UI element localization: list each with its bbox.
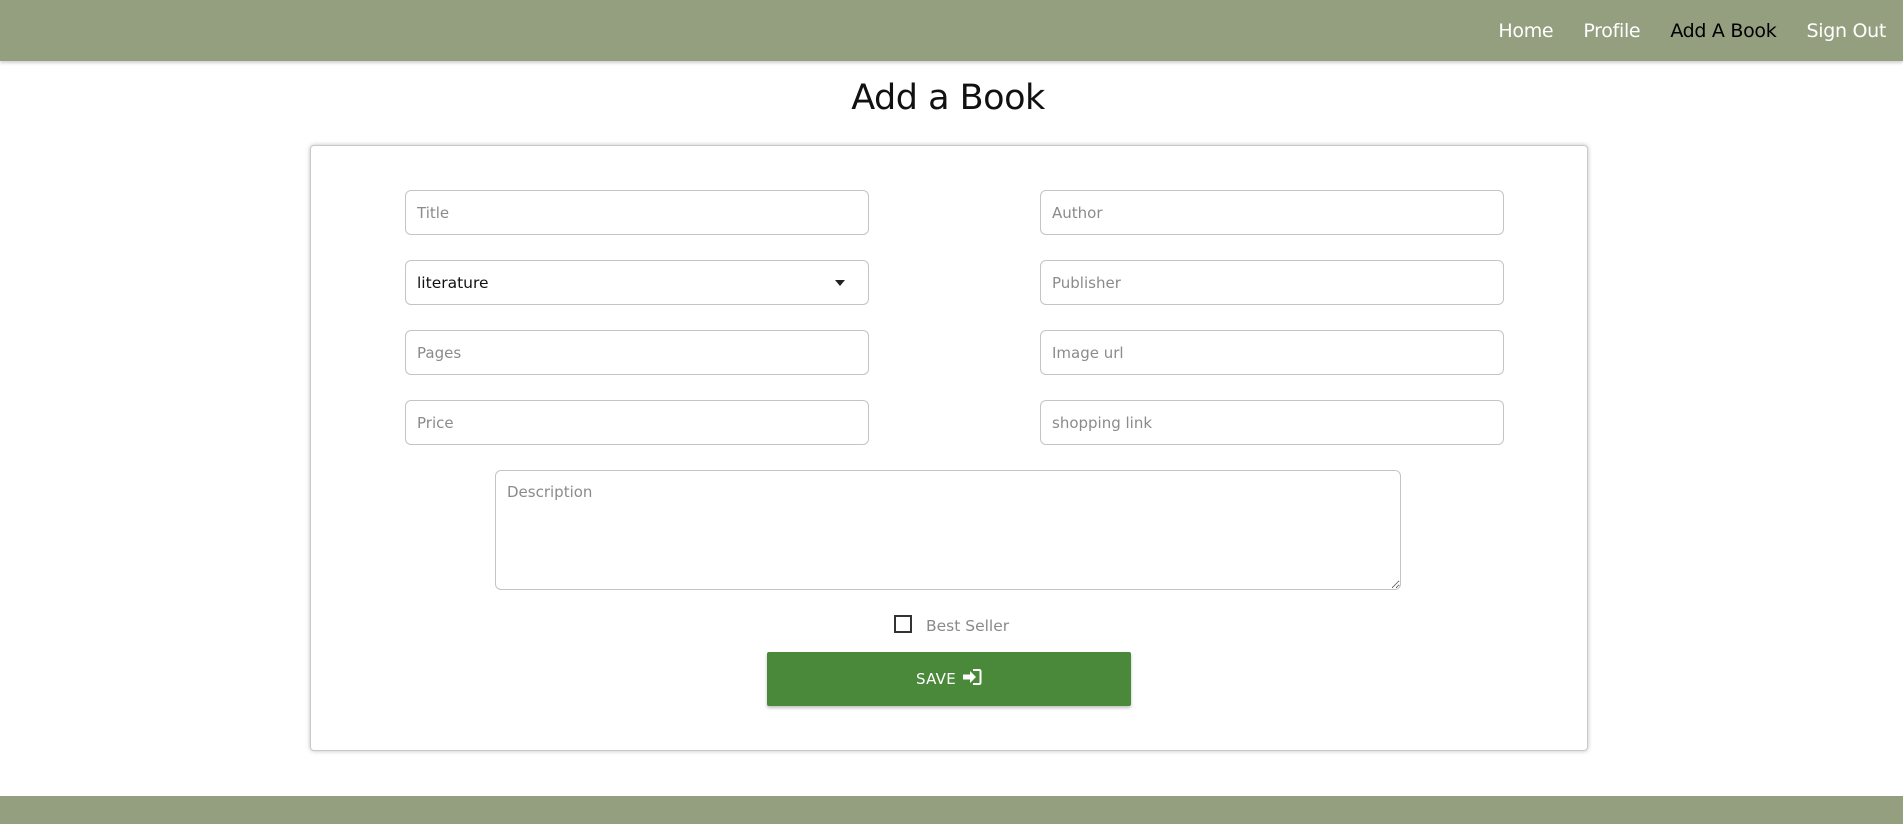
category-select[interactable]: literature bbox=[405, 260, 869, 305]
shopping-link-input[interactable] bbox=[1040, 400, 1504, 445]
main-nav: Home Profile Add A Book Sign Out bbox=[1498, 0, 1886, 61]
page-title: Add a Book bbox=[851, 78, 1045, 118]
nav-home-link[interactable]: Home bbox=[1498, 20, 1553, 42]
image-url-input[interactable] bbox=[1040, 330, 1504, 375]
caret-down-icon bbox=[835, 279, 845, 286]
top-nav-bar: Home Profile Add A Book Sign Out bbox=[0, 0, 1903, 61]
pages-input[interactable] bbox=[405, 330, 869, 375]
best-seller-label: Best Seller bbox=[926, 617, 1010, 635]
add-book-form-card: literature Best Seller SAVE bbox=[310, 145, 1588, 751]
price-input[interactable] bbox=[405, 400, 869, 445]
footer-bar bbox=[0, 796, 1903, 824]
title-input[interactable] bbox=[405, 190, 869, 235]
best-seller-row: Best Seller bbox=[894, 612, 1009, 636]
nav-sign-out-link[interactable]: Sign Out bbox=[1806, 20, 1886, 42]
nav-profile-link[interactable]: Profile bbox=[1583, 20, 1640, 42]
nav-add-book-link[interactable]: Add A Book bbox=[1670, 20, 1776, 42]
best-seller-checkbox[interactable] bbox=[894, 615, 912, 633]
category-select-value: literature bbox=[417, 273, 489, 292]
author-input[interactable] bbox=[1040, 190, 1504, 235]
save-button-label: SAVE bbox=[915, 670, 957, 688]
sign-in-icon bbox=[962, 668, 982, 690]
publisher-input[interactable] bbox=[1040, 260, 1504, 305]
save-button[interactable]: SAVE bbox=[767, 652, 1131, 706]
description-textarea[interactable] bbox=[495, 470, 1401, 590]
